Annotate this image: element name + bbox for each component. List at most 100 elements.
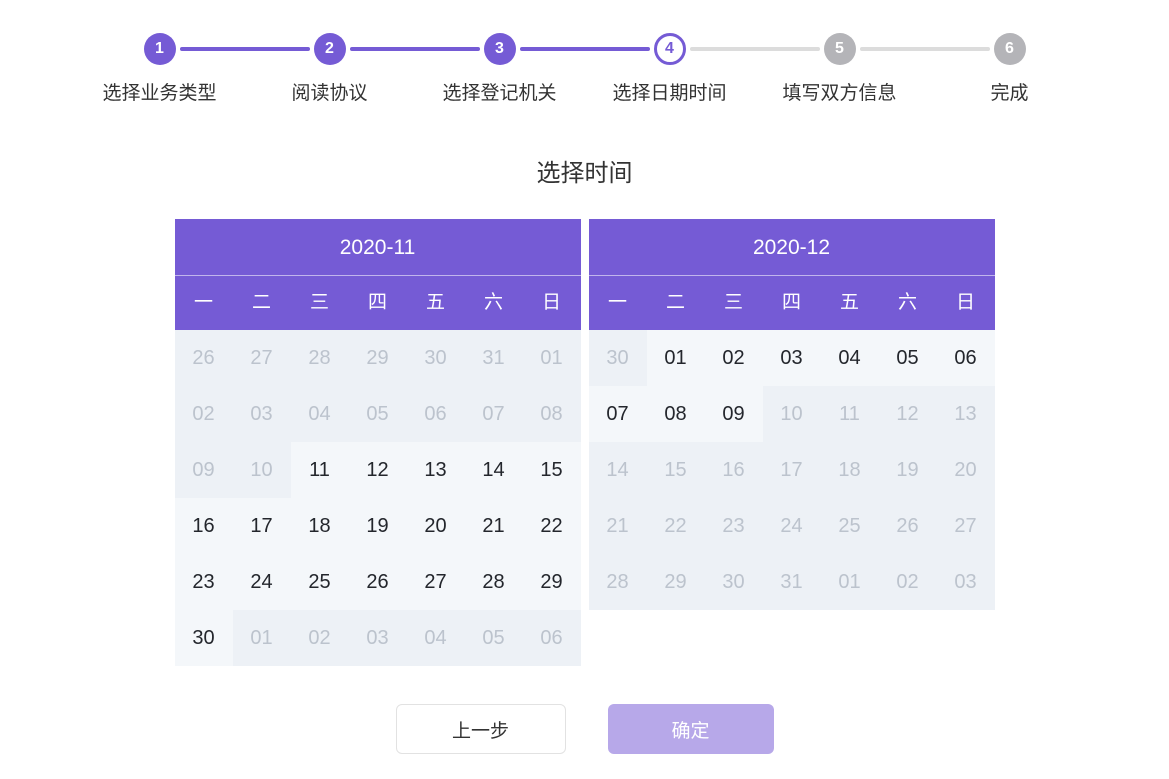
day-cell-2020-11-03: 03 [233, 386, 291, 442]
stepper-step-6: 6 完成 [925, 33, 1095, 105]
weekday-label: 五 [821, 276, 879, 330]
weekday-header-row: 一二三四五六日 [175, 276, 581, 330]
day-cell-2020-12-07[interactable]: 07 [589, 386, 647, 442]
day-cell-2020-12-06[interactable]: 06 [937, 330, 995, 386]
day-cell-2020-11-29[interactable]: 29 [523, 554, 581, 610]
stepper-connector [520, 47, 650, 51]
day-cell-2020-12-01[interactable]: 01 [647, 330, 705, 386]
day-cell-2020-12-29: 29 [647, 554, 705, 610]
stepper: 1选择业务类型 2 阅读协议 3 选择登记机关 4 选择日期时间 5 填写双方信息 6 完成 [75, 33, 1095, 105]
day-cell-2020-12-28: 28 [589, 554, 647, 610]
day-cell-2020-12-31: 31 [763, 554, 821, 610]
day-cell-2020-11-03: 03 [349, 610, 407, 666]
day-cell-2020-11-25[interactable]: 25 [291, 554, 349, 610]
weekday-header-row: 一二三四五六日 [589, 276, 995, 330]
step-label: 填写双方信息 [755, 78, 925, 105]
day-cell-2020-11-12[interactable]: 12 [349, 442, 407, 498]
day-cell-2020-11-07: 07 [465, 386, 523, 442]
weekday-label: 日 [937, 276, 995, 330]
day-cell-2020-12-25: 25 [821, 498, 879, 554]
day-cell-2020-12-27: 27 [937, 498, 995, 554]
day-cell-2020-11-27[interactable]: 27 [407, 554, 465, 610]
day-cell-2020-12-10: 10 [763, 386, 821, 442]
day-cell-2020-12-05[interactable]: 05 [879, 330, 937, 386]
day-cell-2020-12-12: 12 [879, 386, 937, 442]
day-cell-2020-11-02: 02 [175, 386, 233, 442]
calendar-2020-11: 2020-11一二三四五六日26272829303101020304050607… [175, 219, 581, 666]
day-cell-2020-12-08[interactable]: 08 [647, 386, 705, 442]
day-cell-2020-11-30[interactable]: 30 [175, 610, 233, 666]
day-cell-2020-12-02: 02 [879, 554, 937, 610]
weekday-label: 二 [233, 276, 291, 330]
calendar-day-grid: 3001020304050607080910111213141516171819… [589, 330, 995, 610]
day-cell-2020-11-08: 08 [523, 386, 581, 442]
stepper-connector [180, 47, 310, 51]
calendar-2020-12: 2020-12一二三四五六日30010203040506070809101112… [589, 219, 995, 610]
weekday-label: 一 [175, 276, 233, 330]
day-cell-2020-11-15[interactable]: 15 [523, 442, 581, 498]
page-title: 选择时间 [0, 153, 1169, 188]
step-number-badge: 5 [824, 33, 856, 65]
step-label: 阅读协议 [245, 78, 415, 105]
day-cell-2020-12-21: 21 [589, 498, 647, 554]
day-cell-2020-11-11[interactable]: 11 [291, 442, 349, 498]
stepper-connector [860, 47, 990, 51]
day-cell-2020-11-18[interactable]: 18 [291, 498, 349, 554]
calendars: 2020-11一二三四五六日26272829303101020304050607… [0, 219, 1169, 666]
day-cell-2020-11-02: 02 [291, 610, 349, 666]
step-number-badge: 2 [314, 33, 346, 65]
weekday-label: 日 [523, 276, 581, 330]
day-cell-2020-12-30: 30 [589, 330, 647, 386]
day-cell-2020-11-23[interactable]: 23 [175, 554, 233, 610]
day-cell-2020-11-20[interactable]: 20 [407, 498, 465, 554]
day-cell-2020-11-26[interactable]: 26 [349, 554, 407, 610]
day-cell-2020-12-02[interactable]: 02 [705, 330, 763, 386]
day-cell-2020-11-21[interactable]: 21 [465, 498, 523, 554]
day-cell-2020-12-03[interactable]: 03 [763, 330, 821, 386]
weekday-label: 六 [879, 276, 937, 330]
day-cell-2020-11-13[interactable]: 13 [407, 442, 465, 498]
weekday-label: 六 [465, 276, 523, 330]
day-cell-2020-11-04: 04 [291, 386, 349, 442]
day-cell-2020-11-14[interactable]: 14 [465, 442, 523, 498]
day-cell-2020-11-05: 05 [465, 610, 523, 666]
day-cell-2020-12-09[interactable]: 09 [705, 386, 763, 442]
day-cell-2020-11-01: 01 [233, 610, 291, 666]
day-cell-2020-12-19: 19 [879, 442, 937, 498]
day-cell-2020-11-06: 06 [407, 386, 465, 442]
weekday-label: 四 [763, 276, 821, 330]
day-cell-2020-11-05: 05 [349, 386, 407, 442]
weekday-label: 二 [647, 276, 705, 330]
day-cell-2020-12-17: 17 [763, 442, 821, 498]
step-number-badge: 4 [654, 33, 686, 65]
day-cell-2020-11-28[interactable]: 28 [465, 554, 523, 610]
day-cell-2020-11-27: 27 [233, 330, 291, 386]
step-label: 选择业务类型 [75, 78, 245, 105]
step-label: 选择日期时间 [585, 78, 755, 105]
day-cell-2020-12-15: 15 [647, 442, 705, 498]
day-cell-2020-11-31: 31 [465, 330, 523, 386]
day-cell-2020-11-19[interactable]: 19 [349, 498, 407, 554]
stepper-connector [350, 47, 480, 51]
step-number-badge: 6 [994, 33, 1026, 65]
day-cell-2020-12-16: 16 [705, 442, 763, 498]
day-cell-2020-11-30: 30 [407, 330, 465, 386]
calendar-month-title: 2020-12 [589, 219, 995, 276]
previous-step-button[interactable]: 上一步 [396, 704, 566, 754]
day-cell-2020-12-03: 03 [937, 554, 995, 610]
stepper-step-1: 1选择业务类型 [75, 33, 245, 105]
day-cell-2020-12-26: 26 [879, 498, 937, 554]
day-cell-2020-12-04[interactable]: 04 [821, 330, 879, 386]
day-cell-2020-11-16[interactable]: 16 [175, 498, 233, 554]
step-label: 完成 [925, 78, 1095, 105]
stepper-step-2: 2 阅读协议 [245, 33, 415, 105]
day-cell-2020-12-11: 11 [821, 386, 879, 442]
step-number-badge: 3 [484, 33, 516, 65]
day-cell-2020-12-20: 20 [937, 442, 995, 498]
confirm-button[interactable]: 确定 [608, 704, 774, 754]
day-cell-2020-11-17[interactable]: 17 [233, 498, 291, 554]
day-cell-2020-11-26: 26 [175, 330, 233, 386]
day-cell-2020-11-22[interactable]: 22 [523, 498, 581, 554]
step-label: 选择登记机关 [415, 78, 585, 105]
day-cell-2020-11-24[interactable]: 24 [233, 554, 291, 610]
